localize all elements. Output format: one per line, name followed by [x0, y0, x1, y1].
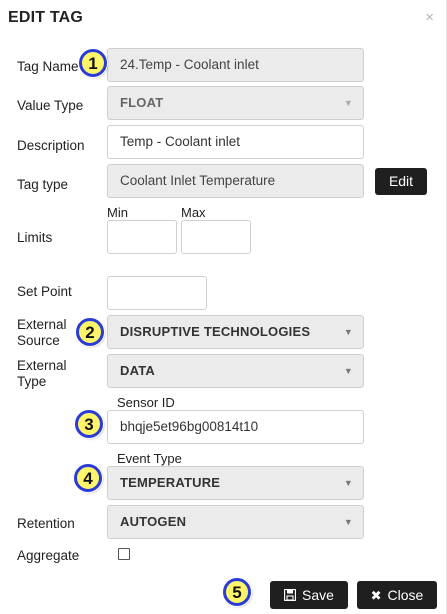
- caret-down-icon: ▼: [343, 478, 353, 488]
- value-type-select[interactable]: FLOAT ▼: [107, 86, 364, 120]
- external-type-value: DATA: [120, 363, 155, 378]
- annotation-badge-1: 1: [79, 49, 107, 77]
- description-label: Description: [17, 138, 85, 153]
- close-label: Close: [387, 587, 424, 603]
- annotation-badge-3: 3: [75, 410, 103, 438]
- external-type-label-line1: External: [17, 358, 67, 373]
- value-type-label: Value Type: [17, 98, 84, 113]
- set-point-label: Set Point: [17, 284, 72, 299]
- floppy-disk-icon: [283, 582, 297, 610]
- max-label: Max: [181, 205, 206, 220]
- annotation-badge-5: 5: [223, 578, 251, 606]
- caret-down-icon: ▼: [343, 327, 353, 337]
- min-label: Min: [107, 205, 128, 220]
- aggregate-label: Aggregate: [17, 548, 80, 563]
- set-point-input[interactable]: [107, 276, 207, 310]
- tag-name-label: Tag Name: [17, 59, 79, 74]
- max-input[interactable]: [181, 220, 251, 254]
- event-type-value: TEMPERATURE: [120, 475, 221, 490]
- aggregate-checkbox[interactable]: [118, 548, 130, 560]
- external-source-label-line2: Source: [17, 333, 60, 348]
- close-icon[interactable]: ×: [425, 9, 434, 27]
- tag-name-field[interactable]: 24.Temp - Coolant inlet: [107, 48, 364, 82]
- x-icon: ✖: [370, 588, 382, 603]
- value-type-value: FLOAT: [120, 95, 164, 110]
- external-type-select[interactable]: DATA ▼: [107, 354, 364, 388]
- caret-down-icon: ▼: [343, 366, 353, 376]
- sensor-id-label: Sensor ID: [117, 395, 175, 410]
- caret-down-icon: ▼: [343, 517, 353, 527]
- min-input[interactable]: [107, 220, 177, 254]
- close-button[interactable]: ✖ Close: [357, 581, 437, 609]
- sensor-id-input[interactable]: bhqje5et96bg00814t10: [107, 410, 364, 444]
- caret-down-icon: ▼: [343, 98, 353, 108]
- event-type-select[interactable]: TEMPERATURE ▼: [107, 466, 364, 500]
- tag-type-label: Tag type: [17, 177, 69, 192]
- edit-tag-type-button[interactable]: Edit: [375, 168, 427, 195]
- retention-select[interactable]: AUTOGEN ▼: [107, 505, 364, 539]
- edit-tag-dialog: EDIT TAG × Tag Name 24.Temp - Coolant in…: [0, 0, 447, 614]
- external-source-value: DISRUPTIVE TECHNOLOGIES: [120, 324, 311, 339]
- retention-label: Retention: [17, 516, 75, 531]
- tag-type-field[interactable]: Coolant Inlet Temperature: [107, 164, 364, 198]
- description-input[interactable]: Temp - Coolant inlet: [107, 125, 364, 159]
- dialog-title: EDIT TAG: [8, 9, 84, 26]
- limits-label: Limits: [17, 230, 53, 245]
- event-type-label: Event Type: [117, 451, 182, 466]
- save-label: Save: [302, 587, 334, 603]
- external-source-select[interactable]: DISRUPTIVE TECHNOLOGIES ▼: [107, 315, 364, 349]
- external-source-label-line1: External: [17, 317, 67, 332]
- save-button[interactable]: Save: [270, 581, 348, 609]
- external-type-label-line2: Type: [17, 374, 47, 389]
- annotation-badge-2: 2: [76, 318, 104, 346]
- annotation-badge-4: 4: [74, 464, 102, 492]
- retention-value: AUTOGEN: [120, 514, 187, 529]
